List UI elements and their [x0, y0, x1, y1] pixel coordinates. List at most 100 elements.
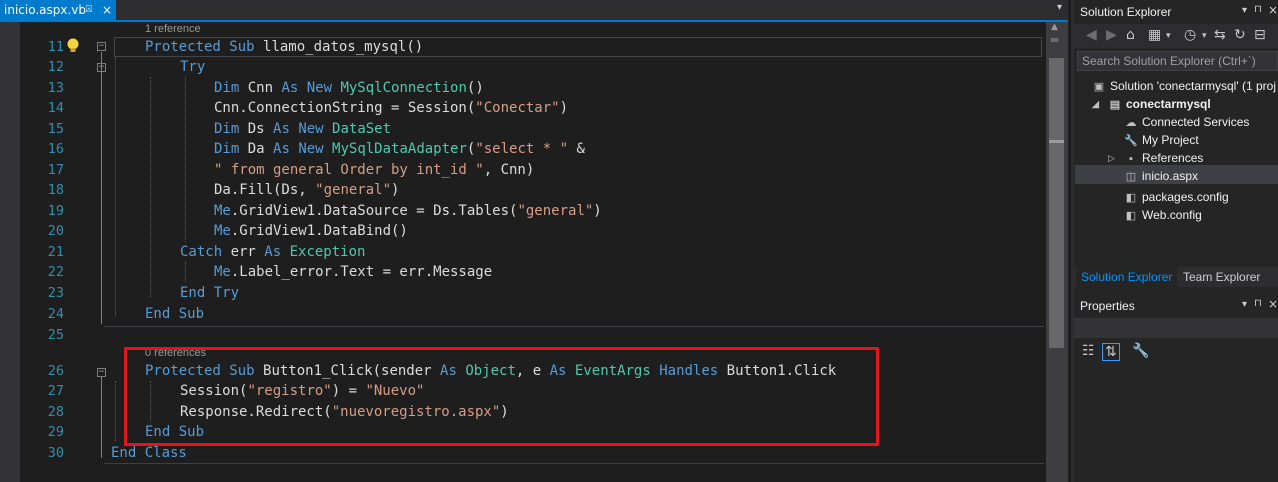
dropdown-icon[interactable]: ▾ [1166, 31, 1171, 41]
code-token: "Conectar" [475, 100, 560, 116]
line-number: 26 [47, 363, 64, 379]
tree-item[interactable]: ▣ Solution 'conectarmysql' (1 proj [1092, 78, 1276, 95]
code-line[interactable]: End Sub [145, 304, 204, 324]
dropdown-icon[interactable]: ▾ [1202, 31, 1207, 41]
properties-toolbar: ☷ ⇅ 🔧 [1074, 340, 1278, 364]
line-number: 16 [47, 141, 64, 157]
tree-item[interactable]: ◫ inicio.aspx [1124, 168, 1198, 185]
tree-item[interactable]: ◢ ▤ conectarmysql [1092, 96, 1211, 113]
outline-line [101, 376, 102, 458]
split-icon[interactable]: ═ [1051, 33, 1058, 47]
code-editor[interactable]: inicio.aspx.vb ⍓ × ▾ 11 Protected Sub lla… [0, 0, 1068, 482]
tree-item-label: References [1142, 151, 1204, 165]
collapse-icon[interactable]: − [97, 368, 106, 377]
panel-menu-icon[interactable]: ▾ [1242, 299, 1247, 310]
close-icon[interactable]: × [102, 0, 112, 20]
tree-item[interactable]: ◧ Web.config [1124, 207, 1202, 224]
collapse-all-icon[interactable]: ⊟ [1254, 27, 1266, 43]
code-line[interactable]: Cnn.ConnectionString = Session("Conectar… [214, 98, 568, 118]
tab-solution-explorer[interactable]: Solution Explorer [1076, 267, 1178, 287]
tree-item[interactable]: ☁ Connected Services [1124, 114, 1250, 131]
solution-explorer-search[interactable]: Search Solution Explorer (Ctrl+`) [1077, 51, 1278, 71]
tree-item-label: packages.config [1142, 190, 1229, 204]
cloud-icon: ☁ [1125, 117, 1137, 129]
expanded-arrow-icon[interactable]: ◢ [1092, 96, 1099, 112]
code-line[interactable]: Protected Sub llamo_datos_mysql() [145, 37, 423, 57]
code-token: "general" [517, 203, 594, 219]
code-token: MySqlDataAdapter [332, 141, 467, 157]
code-line[interactable]: Try [180, 57, 205, 77]
aspx-file-icon: ◫ [1125, 171, 1137, 183]
tab-team-explorer[interactable]: Team Explorer [1178, 267, 1265, 287]
code-token: Me [214, 203, 231, 219]
code-token: As [273, 121, 299, 137]
code-line[interactable]: Dim Da As New MySqlDataAdapter("select *… [214, 139, 585, 159]
tab-inicio-aspx-vb[interactable]: inicio.aspx.vb ⍓ × [0, 0, 116, 20]
pending-changes-icon[interactable]: ◷ [1184, 27, 1196, 43]
property-pages-icon[interactable]: 🔧 [1132, 343, 1149, 359]
code-token: Exception [289, 244, 366, 260]
code-line[interactable]: Me.Label_error.Text = err.Message [214, 262, 492, 282]
close-icon[interactable]: × [1268, 297, 1278, 311]
code-line[interactable]: Da.Fill(Ds, "general") [214, 180, 399, 200]
scroll-up-icon[interactable]: ▲ [1051, 22, 1058, 32]
indent-guide [185, 262, 186, 282]
tab-overflow-icon[interactable]: ▾ [1057, 2, 1062, 13]
code-token: End Sub [145, 306, 205, 322]
line-number: 24 [47, 306, 64, 322]
code-token: DataSet [332, 121, 392, 137]
solution-explorer-tabs: Solution Explorer Team Explorer [1074, 267, 1278, 287]
references-icon: ▪ [1129, 153, 1133, 165]
code-line[interactable]: Dim Cnn As New MySqlConnection() [214, 78, 484, 98]
breakpoint-margin[interactable] [0, 22, 20, 482]
forward-icon[interactable]: ▶ [1106, 27, 1117, 43]
scrollbar-thumb[interactable] [1049, 58, 1064, 348]
collapse-icon[interactable]: − [97, 42, 106, 51]
refresh-icon[interactable]: ↻ [1234, 27, 1246, 43]
solution-explorer-title: Solution Explorer [1080, 5, 1172, 19]
code-token: err [230, 244, 265, 260]
properties-title: Properties [1080, 299, 1135, 313]
home-icon[interactable]: ⌂ [1126, 27, 1135, 43]
pin-icon[interactable]: ⊓ [1254, 298, 1262, 309]
tree-item-label: Connected Services [1142, 115, 1250, 129]
sync-icon[interactable]: ⇆ [1214, 27, 1226, 43]
code-line[interactable]: " from general Order by int_id ", Cnn) [214, 160, 534, 180]
code-token: MySqlConnection [340, 80, 467, 96]
code-token: As [273, 141, 299, 157]
properties-object-selector[interactable] [1074, 318, 1278, 338]
alphabetical-icon[interactable]: ⇅ [1102, 343, 1120, 361]
switch-views-icon[interactable]: ▦ [1148, 27, 1161, 43]
lightbulb-icon[interactable] [66, 37, 80, 55]
panel-menu-icon[interactable]: ▾ [1242, 5, 1247, 16]
indent-guide [150, 77, 151, 297]
code-token: .GridView1.DataSource = Ds.Tables( [230, 203, 518, 219]
line-number: 28 [47, 404, 64, 420]
collapse-icon[interactable]: − [97, 63, 106, 72]
code-line[interactable]: Me.GridView1.DataBind() [214, 221, 408, 241]
tree-item[interactable]: 🔧 My Project [1124, 132, 1199, 149]
config-file-icon: ◧ [1125, 210, 1137, 222]
line-number: 15 [47, 121, 64, 137]
collapsed-arrow-icon[interactable]: ▷ [1108, 150, 1115, 166]
code-token: Dim [214, 121, 248, 137]
code-token: New [298, 121, 333, 137]
back-icon[interactable]: ◀ [1086, 27, 1097, 43]
code-lens-references[interactable]: 1 reference [145, 23, 201, 35]
code-line[interactable]: End Class [111, 443, 187, 463]
code-line[interactable]: Me.GridView1.DataSource = Ds.Tables("gen… [214, 201, 602, 221]
code-line[interactable]: End Try [180, 283, 239, 303]
pin-icon[interactable]: ⊓ [1254, 4, 1262, 15]
tree-item[interactable]: ◧ packages.config [1124, 189, 1229, 206]
pin-icon[interactable]: ⍓ [86, 0, 92, 20]
code-line[interactable]: Dim Ds As New DataSet [214, 119, 391, 139]
tree-item[interactable]: ▷ ▪ References [1108, 150, 1204, 167]
code-token: ) [593, 203, 602, 219]
solution-icon: ▣ [1093, 81, 1105, 93]
close-icon[interactable]: × [1268, 3, 1278, 17]
code-token: As [281, 80, 307, 96]
categorized-icon[interactable]: ☷ [1082, 343, 1095, 359]
code-line[interactable]: Catch err As Exception [180, 242, 365, 262]
indent-guide [115, 57, 116, 317]
tree-item-label: conectarmysql [1126, 97, 1211, 111]
